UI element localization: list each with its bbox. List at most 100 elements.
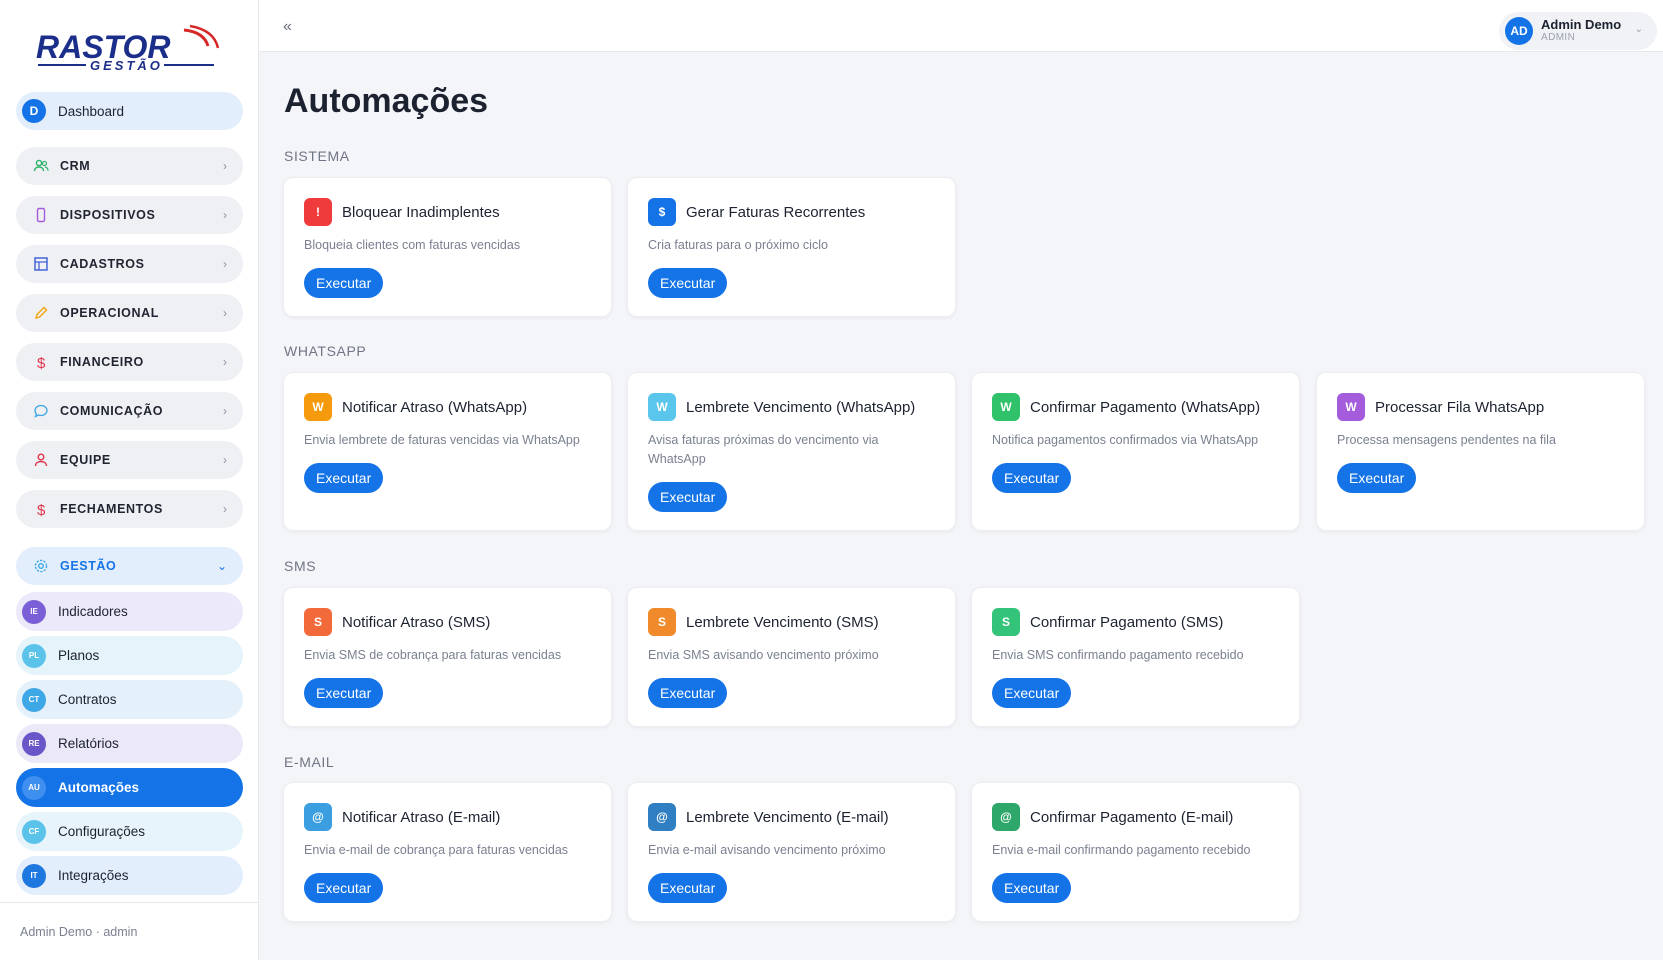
- automation-card: $ Gerar Faturas Recorrentes Cria faturas…: [627, 177, 956, 317]
- sidebar-item-dashboard[interactable]: D Dashboard: [16, 92, 243, 130]
- sidebar-group-label: DISPOSITIVOS: [60, 208, 156, 222]
- collapse-sidebar-button[interactable]: «: [283, 18, 292, 36]
- sidebar-item-label: Contratos: [58, 692, 117, 707]
- gear-icon: [32, 557, 50, 575]
- sidebar-item-label: Integrações: [58, 868, 129, 883]
- card-description: Envia lembrete de faturas vencidas via W…: [304, 433, 580, 447]
- card-title: Bloquear Inadimplentes: [342, 204, 500, 221]
- sms-icon: S: [648, 608, 676, 636]
- sidebar-item-relatorios[interactable]: RE Relatórios: [16, 724, 243, 763]
- sidebar-group-cadastros[interactable]: CADASTROS ›: [16, 245, 243, 283]
- sidebar-item-integracoes[interactable]: IT Integrações: [16, 856, 243, 895]
- whatsapp-icon: W: [648, 393, 676, 421]
- execute-button[interactable]: Executar: [648, 482, 728, 512]
- execute-button[interactable]: Executar: [304, 873, 384, 903]
- sidebar-item-planos[interactable]: PL Planos: [16, 636, 243, 675]
- card-description: Avisa faturas próximas do vencimento via…: [648, 433, 879, 466]
- sidebar-group-gestao[interactable]: GESTÃO ⌄: [16, 547, 243, 585]
- sidebar-item-configuracoes[interactable]: CF Configurações: [16, 812, 243, 851]
- sidebar-group-dispositivos[interactable]: DISPOSITIVOS ›: [16, 196, 243, 234]
- sidebar-group-label: OPERACIONAL: [60, 306, 159, 320]
- execute-button[interactable]: Executar: [992, 463, 1072, 493]
- sidebar-group-financeiro[interactable]: $ FINANCEIRO ›: [16, 343, 243, 381]
- chevron-right-icon: ›: [223, 159, 227, 173]
- dollar-icon: $: [648, 198, 676, 226]
- card-title: Notificar Atraso (E-mail): [342, 809, 501, 826]
- sidebar-item-automacoes[interactable]: AU Automações: [16, 768, 243, 807]
- integracoes-avatar: IT: [22, 863, 46, 888]
- execute-button[interactable]: Executar: [304, 268, 384, 298]
- pencil-icon: [32, 304, 50, 322]
- execute-button[interactable]: Executar: [648, 268, 728, 298]
- card-description: Notifica pagamentos confirmados via What…: [992, 433, 1259, 447]
- table-icon: [32, 255, 50, 273]
- execute-button[interactable]: Executar: [304, 463, 384, 493]
- chevron-right-icon: ›: [223, 404, 227, 418]
- card-description: Envia e-mail de cobrança para faturas ve…: [304, 843, 569, 857]
- chevron-right-icon: ›: [223, 502, 227, 516]
- automation-card: @ Confirmar Pagamento (E-mail) Envia e-m…: [971, 782, 1300, 922]
- execute-button[interactable]: Executar: [1337, 463, 1417, 493]
- chevron-right-icon: ›: [223, 208, 227, 222]
- sidebar: RASTOR GESTÃO D Dashboard CRM › DISPOSIT…: [0, 0, 259, 960]
- card-title: Lembrete Vencimento (SMS): [686, 614, 879, 631]
- execute-button[interactable]: Executar: [992, 678, 1072, 708]
- sidebar-group-label: FINANCEIRO: [60, 355, 144, 369]
- card-title: Confirmar Pagamento (E-mail): [1030, 809, 1234, 826]
- sidebar-group-label: CADASTROS: [60, 257, 145, 271]
- sidebar-item-label: Relatórios: [58, 736, 119, 751]
- execute-button[interactable]: Executar: [648, 873, 728, 903]
- planos-avatar: PL: [22, 643, 46, 668]
- sidebar-group-crm[interactable]: CRM ›: [16, 147, 243, 185]
- contratos-avatar: CT: [22, 687, 46, 712]
- card-title: Notificar Atraso (SMS): [342, 614, 491, 631]
- card-title: Notificar Atraso (WhatsApp): [342, 399, 528, 416]
- card-description: Envia SMS de cobrança para faturas venci…: [304, 648, 562, 662]
- chat-icon: [32, 402, 50, 420]
- card-title: Confirmar Pagamento (SMS): [1030, 614, 1224, 631]
- chevron-right-icon: ›: [223, 453, 227, 467]
- email-icon: @: [992, 803, 1020, 831]
- sidebar-item-label: Planos: [58, 648, 100, 663]
- logo-subtitle: GESTÃO: [90, 58, 163, 73]
- sidebar-item-indicadores[interactable]: IE Indicadores: [16, 592, 243, 631]
- relatorios-avatar: RE: [22, 731, 46, 756]
- execute-button[interactable]: Executar: [648, 678, 728, 708]
- chevron-down-icon: ⌄: [1634, 24, 1643, 35]
- sidebar-item-label: Automações: [58, 780, 140, 795]
- automation-card: W Processar Fila WhatsApp Processa mensa…: [1316, 372, 1645, 531]
- sidebar-group-label: COMUNICAÇÃO: [60, 404, 164, 418]
- dollar-icon: $: [32, 353, 50, 371]
- execute-button[interactable]: Executar: [992, 873, 1072, 903]
- svg-text:$: $: [37, 355, 46, 370]
- card-description: Cria faturas para o próximo ciclo: [648, 238, 828, 252]
- user-role: ADMIN: [1541, 32, 1576, 43]
- sidebar-group-fechamentos[interactable]: $ FECHAMENTOS ›: [16, 490, 243, 528]
- sidebar-group-operacional[interactable]: OPERACIONAL ›: [16, 294, 243, 332]
- sidebar-group-comunicacao[interactable]: COMUNICAÇÃO ›: [16, 392, 243, 430]
- card-title: Lembrete Vencimento (WhatsApp): [686, 399, 916, 416]
- sidebar-item-label: Dashboard: [58, 103, 125, 119]
- automation-card: W Notificar Atraso (WhatsApp) Envia lemb…: [283, 372, 612, 531]
- rastor-logo[interactable]: RASTOR GESTÃO: [34, 24, 226, 76]
- card-description: Envia SMS confirmando pagamento recebido: [992, 648, 1244, 662]
- automacoes-avatar: AU: [22, 775, 46, 800]
- card-description: Envia e-mail confirmando pagamento receb…: [992, 843, 1251, 857]
- chevron-right-icon: ›: [223, 306, 227, 320]
- section-sms-label: SMS: [284, 558, 317, 574]
- user-info: Admin Demo ADMIN: [1541, 18, 1621, 44]
- phone-icon: [32, 206, 50, 224]
- card-description: Envia e-mail avisando vencimento próximo: [648, 843, 886, 857]
- sidebar-item-contratos[interactable]: CT Contratos: [16, 680, 243, 719]
- sidebar-group-equipe[interactable]: EQUIPE ›: [16, 441, 243, 479]
- card-title: Gerar Faturas Recorrentes: [686, 204, 866, 221]
- automation-card: @ Lembrete Vencimento (E-mail) Envia e-m…: [627, 782, 956, 922]
- sidebar-group-label: CRM: [60, 159, 91, 173]
- execute-button[interactable]: Executar: [304, 678, 384, 708]
- sidebar-item-label: Configurações: [58, 824, 146, 839]
- sidebar-group-label: FECHAMENTOS: [60, 502, 163, 516]
- sms-icon: S: [304, 608, 332, 636]
- user-menu[interactable]: AD Admin Demo ADMIN ⌄: [1499, 12, 1657, 50]
- automation-card: W Confirmar Pagamento (WhatsApp) Notific…: [971, 372, 1300, 531]
- card-description: Envia SMS avisando vencimento próximo: [648, 648, 879, 662]
